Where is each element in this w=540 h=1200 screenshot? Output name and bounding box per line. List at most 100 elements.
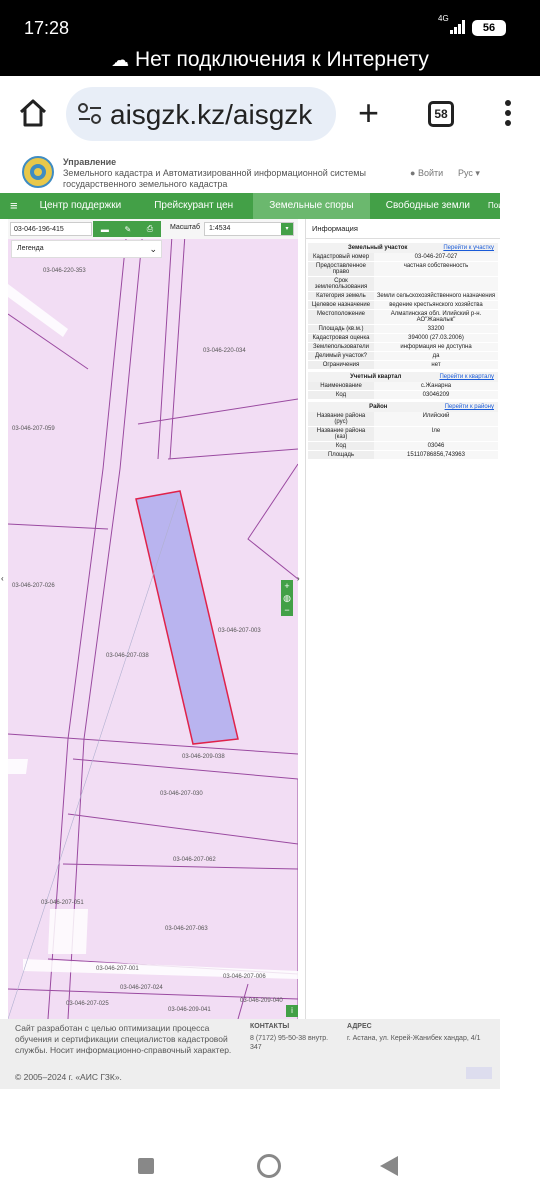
- menu-search[interactable]: Поис: [482, 193, 500, 219]
- contacts-label: КОНТАКТЫ: [250, 1023, 290, 1030]
- recents-button[interactable]: [138, 1158, 154, 1174]
- map-info-button[interactable]: i: [286, 1005, 298, 1017]
- site-title-line2: Земельного кадастра и Автоматизированной…: [63, 168, 366, 178]
- info-row-value: [374, 277, 498, 291]
- info-row-key: Код: [308, 391, 374, 399]
- scale-label: Масштаб: [170, 224, 200, 231]
- info-row-key: Код: [308, 442, 374, 450]
- info-row: Целевое назначение ведение крестьянского …: [308, 301, 498, 310]
- info-row-key: Ограничения: [308, 361, 374, 369]
- zoom-in-button[interactable]: +: [281, 580, 293, 592]
- info-row: Кадастровая оценка 394000 (27.03.2006): [308, 334, 498, 343]
- info-row: Местоположение Алматинская обл. Илийский …: [308, 310, 498, 325]
- menu-support[interactable]: Центр поддержки: [28, 193, 135, 219]
- info-row-value: 394000 (27.03.2006): [374, 334, 498, 342]
- site-footer: Сайт разработан с целью оптимизации проц…: [0, 1019, 500, 1089]
- site-logo[interactable]: [22, 156, 54, 188]
- site-settings-icon[interactable]: [78, 103, 102, 130]
- info-row-key: Делимый участок?: [308, 352, 374, 360]
- parcel-section-header: Земельный участок Перейти к участку: [308, 243, 498, 253]
- info-row-value: Земли сельскохозяйственного назначения: [374, 292, 498, 300]
- new-tab-icon[interactable]: +: [358, 92, 379, 134]
- info-row-value: 03046209: [374, 391, 498, 399]
- legend-dropdown[interactable]: Легенда ⌄: [11, 240, 162, 258]
- info-row: Категория земель Земли сельскохозяйственн…: [308, 292, 498, 301]
- chevron-down-icon: ⌄: [149, 244, 157, 254]
- info-row: Предоставленное право частная собственнос…: [308, 262, 498, 277]
- info-row-key: Предоставленное право: [308, 262, 374, 276]
- map-tools: ▬ ✎ ⎙: [93, 221, 161, 237]
- status-bar: 17:28 4G 56: [0, 0, 540, 50]
- pencil-icon[interactable]: ✎: [124, 225, 131, 234]
- info-title: Информация: [306, 219, 500, 239]
- language-selector[interactable]: Рус ▾: [458, 168, 480, 179]
- site-title-line1: Управление: [63, 157, 117, 167]
- contacts-phone[interactable]: 8 (7172) 95-50-38 внутр. 347: [250, 1034, 340, 1052]
- map-label: 03-046-220-034: [203, 348, 246, 354]
- map-canvas: [8, 219, 298, 1019]
- address-label: АДРЕС: [347, 1023, 372, 1030]
- info-row-key: Название района (каз): [308, 427, 374, 441]
- menu-prices[interactable]: Прейскурант цен: [134, 193, 253, 219]
- info-row-key: Площадь: [308, 451, 374, 459]
- info-row-value: 03-046-207-027: [374, 253, 498, 261]
- back-button[interactable]: [380, 1156, 398, 1181]
- zoom-controls: + ◍ −: [281, 580, 293, 616]
- collapse-right-icon[interactable]: ›: [297, 574, 300, 583]
- info-row: Код 03046209: [308, 391, 498, 400]
- goto-district-link[interactable]: Перейти к району: [445, 404, 494, 410]
- map-label: 03-046-207-006: [223, 974, 266, 980]
- info-row-key: Площадь (кв.м.): [308, 325, 374, 333]
- scale-dropdown-icon[interactable]: ▾: [281, 223, 293, 235]
- scale-select[interactable]: 1:4534 ▾: [204, 222, 294, 236]
- selected-parcel: [135, 490, 239, 745]
- map-label: 03-046-207-059: [12, 426, 55, 432]
- info-row-key: Землепользователи: [308, 343, 374, 351]
- info-row: Наименование с.Жанарна: [308, 382, 498, 391]
- info-row: Кадастровый номер 03-046-207-027: [308, 253, 498, 262]
- address-bar[interactable]: aisgzk.kz/aisgzk: [66, 87, 336, 141]
- info-row-value: нет: [374, 361, 498, 369]
- stats-icon: [466, 1067, 492, 1079]
- info-row: Название района (каз) Іле: [308, 427, 498, 442]
- info-row-key: Целевое назначение: [308, 301, 374, 309]
- map-toolbar: 03-046-196-415 ▬ ✎ ⎙ Масштаб 1:4534 ▾: [8, 219, 298, 239]
- map-label: 03-046-207-063: [165, 926, 208, 932]
- menu-free-lands[interactable]: Свободные земли: [370, 193, 482, 219]
- site-title: Управление Земельного кадастра и Автомат…: [63, 157, 366, 190]
- url-text: aisgzk.kz/aisgzk: [110, 99, 313, 130]
- tabs-count: 58: [434, 107, 448, 121]
- info-row-value: Алматинская обл. Илийский р-н. АО"Жаналы…: [374, 310, 498, 324]
- menu-land-disputes[interactable]: Земельные споры: [253, 193, 370, 219]
- info-row-value: 15110786856,743963: [374, 451, 498, 459]
- cadastral-map[interactable]: 03-046-220-353 03-046-220-034 03-046-207…: [8, 219, 298, 1019]
- tabs-counter-button[interactable]: 58: [428, 101, 454, 127]
- quarter-section-header: Учетный квартал Перейти к кварталу: [308, 372, 498, 382]
- map-label: 03-046-207-024: [120, 985, 163, 991]
- collapse-left-icon[interactable]: ‹: [1, 574, 4, 583]
- signal-icon: [450, 20, 466, 34]
- map-label: 03-046-209-038: [182, 754, 225, 760]
- hamburger-menu-icon[interactable]: ≡: [0, 193, 28, 219]
- ruler-icon[interactable]: ▬: [101, 225, 109, 234]
- chevron-down-icon: ▾: [475, 168, 480, 178]
- goto-quarter-link[interactable]: Перейти к кварталу: [439, 374, 494, 380]
- more-options-icon[interactable]: [504, 98, 512, 133]
- parcel-search-input[interactable]: 03-046-196-415: [10, 222, 92, 236]
- map-label: 03-046-209-041: [168, 1007, 211, 1013]
- info-row-value: информация не доступна: [374, 343, 498, 351]
- home-icon[interactable]: [18, 98, 48, 133]
- home-button[interactable]: [257, 1154, 281, 1178]
- print-icon[interactable]: ⎙: [147, 224, 153, 234]
- info-row: Площадь (кв.м.) 33200: [308, 325, 498, 334]
- zoom-out-button[interactable]: −: [281, 604, 293, 616]
- district-table: Название района (рус) Илийский Название ра…: [308, 412, 498, 460]
- info-row-key: Наименование: [308, 382, 374, 390]
- goto-parcel-link[interactable]: Перейти к участку: [443, 245, 494, 251]
- info-row: Землепользователи информация не доступна: [308, 343, 498, 352]
- system-nav-bar: [0, 1130, 540, 1200]
- info-row-key: Название района (рус): [308, 412, 374, 426]
- login-link[interactable]: ● Войти: [410, 168, 443, 178]
- globe-icon[interactable]: ◍: [281, 592, 293, 604]
- language-label: Рус: [458, 168, 473, 178]
